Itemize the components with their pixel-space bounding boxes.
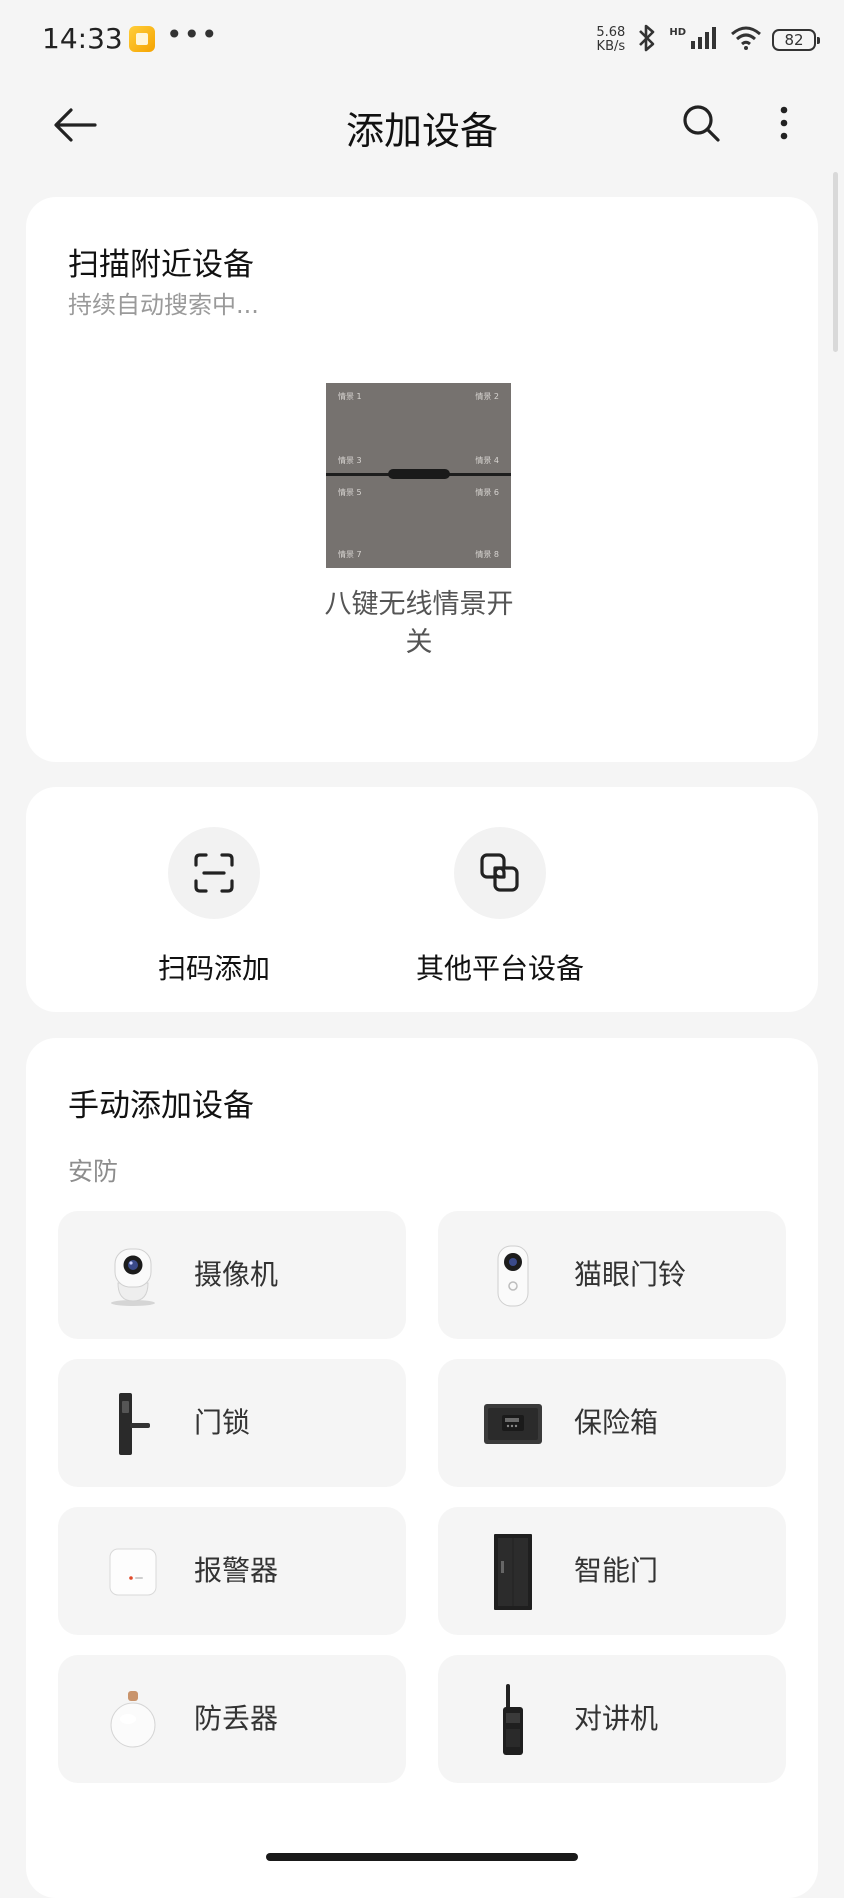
device-type-peephole-doorbell[interactable]: 猫眼门铃 <box>438 1211 786 1339</box>
device-type-label: 门锁 <box>194 1406 251 1439</box>
device-type-alarm[interactable]: 报警器 <box>58 1507 406 1635</box>
scan-code-icon <box>194 853 234 893</box>
signal-icon <box>690 25 720 55</box>
scrollbar[interactable] <box>833 172 838 352</box>
switch-key-label: 情景 8 <box>475 550 499 559</box>
device-type-label: 猫眼门铃 <box>574 1258 687 1291</box>
device-type-smart-door[interactable]: 智能门 <box>438 1507 786 1635</box>
scan-section-title: 扫描附近设备 <box>68 247 254 283</box>
device-category-grid: 摄像机 猫眼门铃 门锁 保险箱 报警器 智能门 防丢器 对讲机 <box>58 1211 788 1783</box>
battery-level: 82 <box>784 31 804 49</box>
manual-add-card: 手动添加设备 安防 摄像机 猫眼门铃 门锁 保险箱 报警器 智能门 防丢器 对讲… <box>26 1038 818 1898</box>
scan-code-icon-wrap <box>168 827 260 919</box>
device-type-camera[interactable]: 摄像机 <box>58 1211 406 1339</box>
network-speed: 5.68 KB/s <box>596 26 625 54</box>
switch-key-label: 情景 7 <box>338 550 362 559</box>
other-platform-icon <box>480 853 519 892</box>
switch-key-label: 情景 1 <box>338 392 362 401</box>
battery-indicator: 82 <box>772 29 820 51</box>
network-speed-value: 5.68 <box>596 25 626 40</box>
smart-door-icon <box>478 1534 548 1610</box>
switch-key-label: 情景 2 <box>475 392 499 401</box>
discovered-device-name: 八键无线情景开关 <box>324 589 514 658</box>
device-type-label: 对讲机 <box>574 1702 659 1735</box>
alarm-icon <box>98 1537 168 1607</box>
switch-key-label: 情景 3 <box>338 456 362 465</box>
search-button[interactable] <box>674 96 728 150</box>
device-type-door-lock[interactable]: 门锁 <box>58 1359 406 1487</box>
more-vertical-icon <box>780 106 788 140</box>
network-speed-unit: KB/s <box>596 39 626 54</box>
camera-icon <box>98 1241 168 1311</box>
peephole-doorbell-icon <box>478 1241 548 1311</box>
notification-app-icon <box>129 26 155 52</box>
quick-actions-card: 扫码添加 其他平台设备 <box>26 787 818 1012</box>
switch-key-label: 情景 6 <box>475 488 499 497</box>
device-type-label: 防丢器 <box>194 1702 279 1735</box>
device-type-safe-box[interactable]: 保险箱 <box>438 1359 786 1487</box>
category-label-security: 安防 <box>68 1157 119 1186</box>
manual-add-title: 手动添加设备 <box>68 1088 254 1124</box>
safe-box-icon <box>478 1389 548 1459</box>
bluetooth-icon <box>635 23 659 57</box>
wifi-icon <box>730 25 762 55</box>
device-type-label: 保险箱 <box>574 1406 659 1439</box>
app-header: 添加设备 <box>0 80 844 200</box>
more-notifications-icon: ••• <box>166 18 219 51</box>
scan-code-add-button[interactable]: 扫码添加 <box>158 827 270 987</box>
more-options-button[interactable] <box>764 96 804 150</box>
device-type-label: 智能门 <box>574 1554 659 1587</box>
switch-key-label: 情景 5 <box>338 488 362 497</box>
switch-key-label: 情景 4 <box>475 456 499 465</box>
switch-center-bar <box>388 469 450 479</box>
device-type-walkie-talkie[interactable]: 对讲机 <box>438 1655 786 1783</box>
device-type-label: 摄像机 <box>194 1258 279 1291</box>
other-platform-icon-wrap <box>454 827 546 919</box>
eight-key-switch-image: 情景 1 情景 2 情景 3 情景 4 情景 5 情景 6 情景 7 情景 8 <box>326 383 511 568</box>
other-platform-devices-button[interactable]: 其他平台设备 <box>416 827 584 987</box>
scan-nearby-card: 扫描附近设备 持续自动搜索中... 情景 1 情景 2 情景 3 情景 4 情景… <box>26 197 818 762</box>
device-type-anti-lost-tracker[interactable]: 防丢器 <box>58 1655 406 1783</box>
home-indicator[interactable] <box>266 1853 578 1861</box>
status-bar: 14:33 ••• 5.68 KB/s HD 82 <box>0 0 844 80</box>
scan-status-text: 持续自动搜索中... <box>68 291 259 319</box>
status-time: 14:33 <box>42 22 123 55</box>
door-lock-icon <box>98 1389 168 1459</box>
status-icons: 5.68 KB/s HD 82 <box>596 22 820 58</box>
search-icon <box>683 105 720 142</box>
discovered-device-tile[interactable]: 情景 1 情景 2 情景 3 情景 4 情景 5 情景 6 情景 7 情景 8 … <box>324 383 514 662</box>
scan-code-add-label: 扫码添加 <box>158 952 271 985</box>
hd-label: HD <box>669 26 686 38</box>
walkie-talkie-icon <box>478 1684 548 1755</box>
anti-lost-tracker-icon <box>98 1685 168 1755</box>
device-type-label: 报警器 <box>194 1554 279 1587</box>
other-platform-devices-label: 其他平台设备 <box>416 952 585 985</box>
